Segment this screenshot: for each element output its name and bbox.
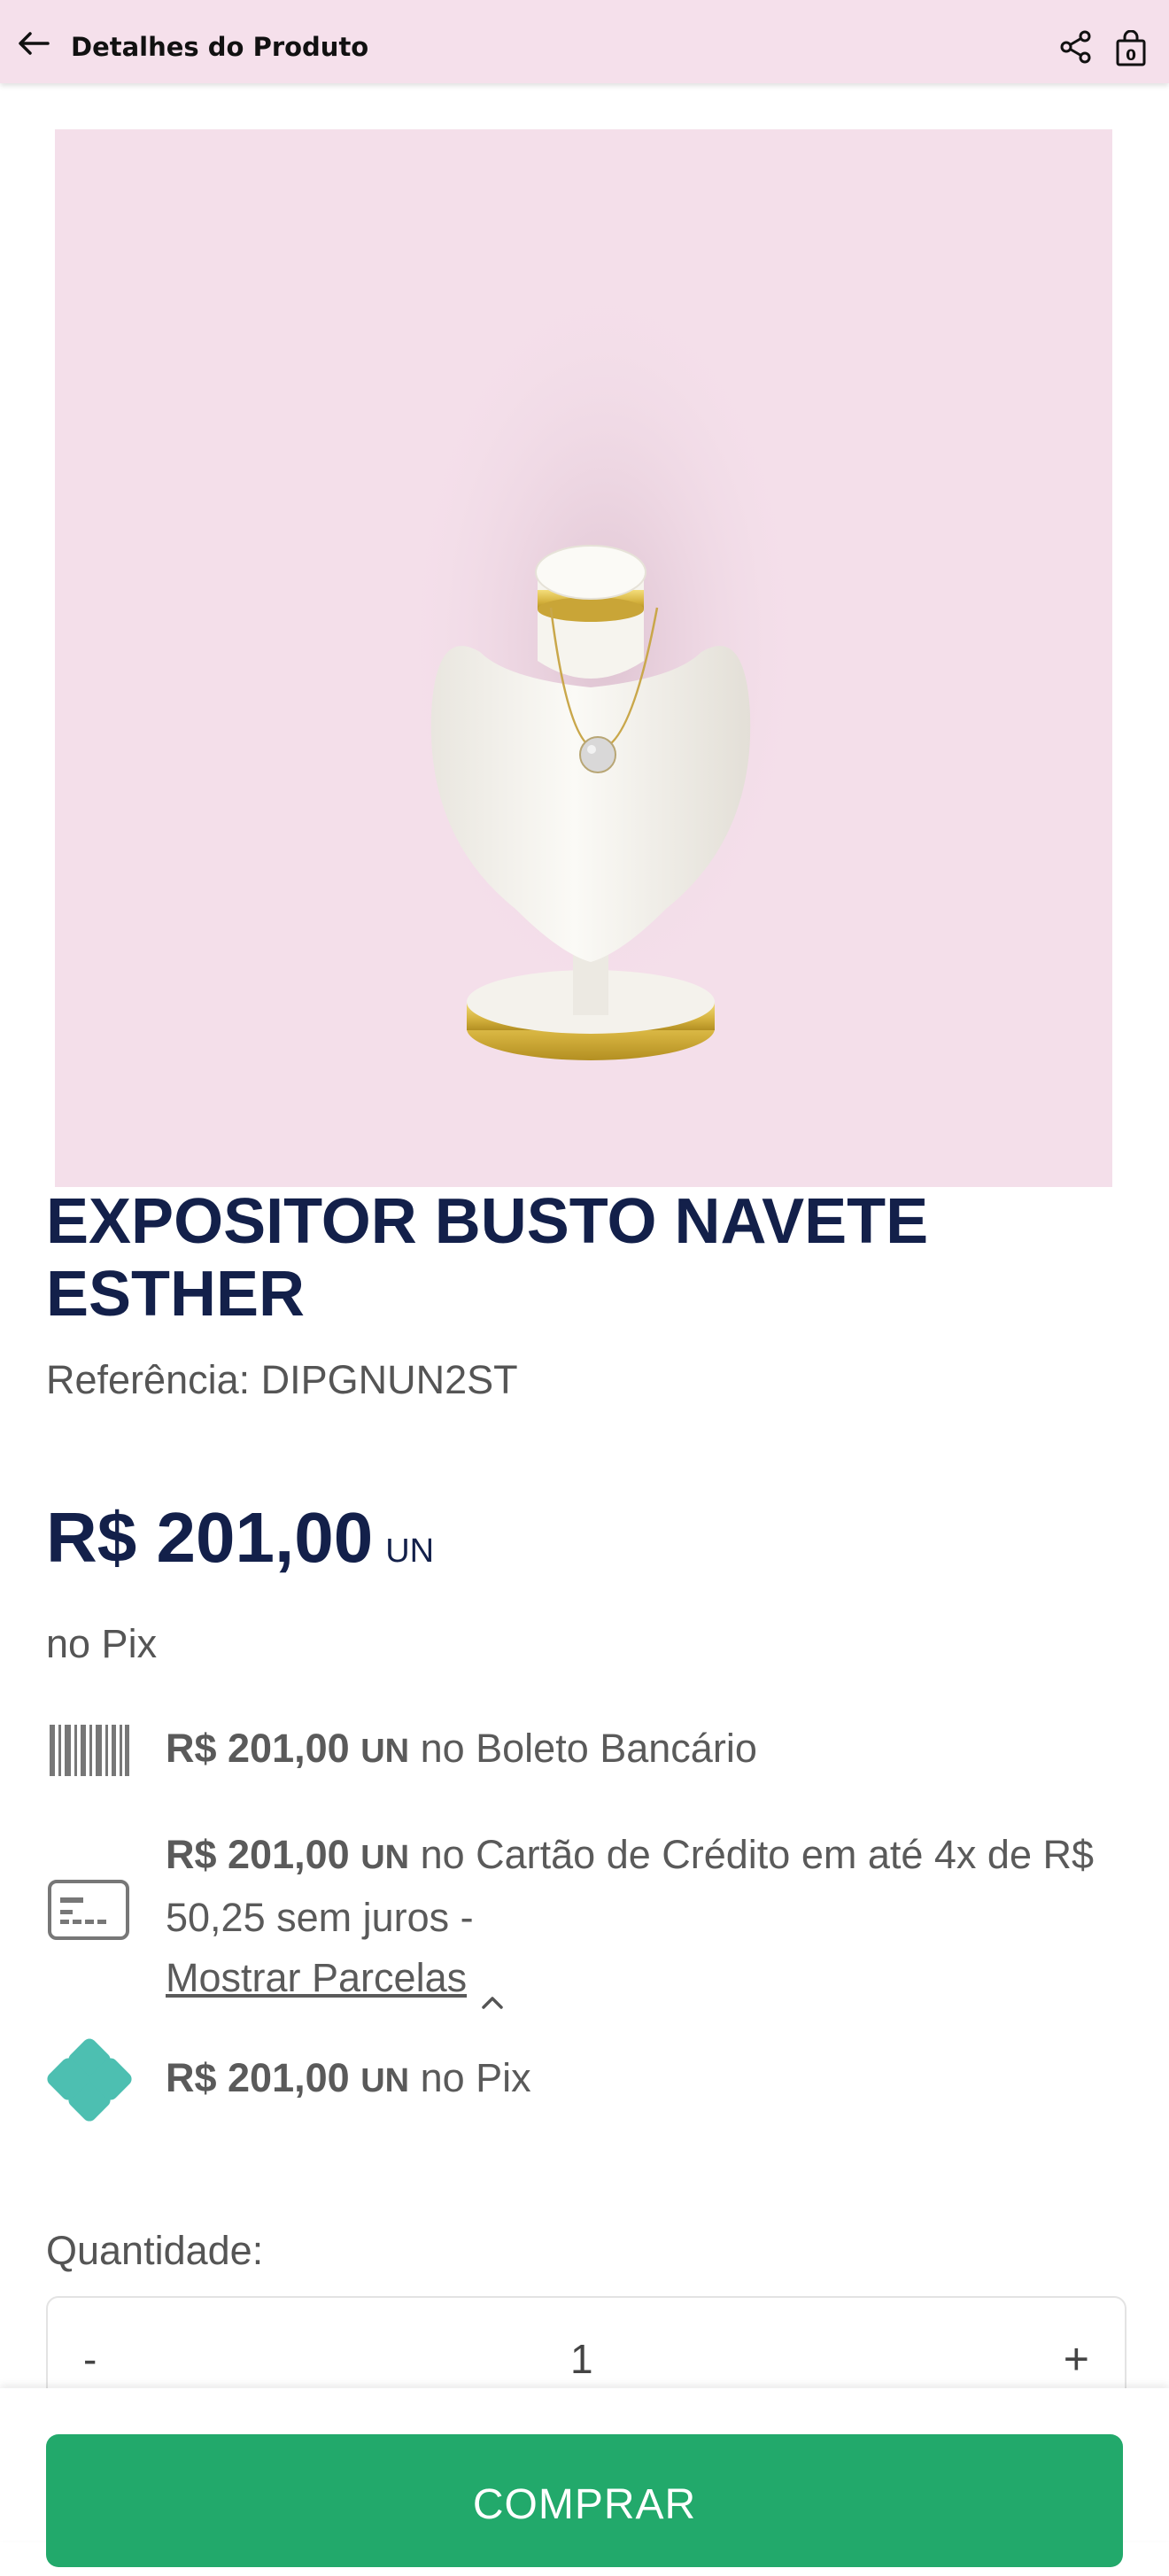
page-title: Detalhes do Produto — [71, 32, 369, 62]
price-block: R$ 201,00 UN — [46, 1497, 434, 1579]
pix-text: R$ 201,00 UN no Pix — [166, 2048, 1126, 2111]
necklace-bust-illustration — [400, 271, 808, 1060]
pix-unit: UN — [360, 2062, 410, 2099]
boleto-text: R$ 201,00 UN no Boleto Bancário — [166, 1719, 1126, 1781]
product-reference: Referência: DIPGNUN2ST — [46, 1357, 518, 1402]
boleto-label: no Boleto Bancário — [409, 1726, 757, 1771]
boleto-price: R$ 201,00 — [166, 1726, 350, 1771]
payment-pix: R$ 201,00 UN no Pix — [46, 2036, 1126, 2124]
boleto-unit: UN — [360, 1733, 410, 1770]
card-price: R$ 201,00 — [166, 1832, 350, 1877]
show-installments-link[interactable]: Mostrar Parcelas — [166, 1955, 467, 2000]
quantity-increase-button[interactable]: + — [1064, 2333, 1089, 2385]
payment-card: R$ 201,00 UN no Cartão de Crédito em até… — [46, 1825, 1126, 2011]
quantity-label: Quantidade: — [46, 2228, 264, 2273]
top-app-bar: Detalhes do Produto 0 — [0, 0, 1169, 83]
share-icon[interactable] — [1059, 30, 1093, 64]
bottom-action-bar: COMPRAR — [0, 2388, 1169, 2567]
pix-label: no Pix — [409, 2055, 531, 2100]
buy-button[interactable]: COMPRAR — [46, 2434, 1123, 2567]
back-arrow-icon[interactable] — [16, 29, 51, 58]
card-text: R$ 201,00 UN no Cartão de Crédito em até… — [166, 1825, 1126, 2009]
chevron-up-icon[interactable] — [479, 1970, 506, 2009]
card-unit: UN — [360, 1839, 410, 1876]
barcode-icon — [46, 1723, 131, 1782]
pix-price: R$ 201,00 — [166, 2055, 350, 2100]
svg-text:0: 0 — [1126, 47, 1136, 65]
credit-card-icon — [46, 1878, 131, 1946]
quantity-value[interactable]: 1 — [570, 2335, 593, 2383]
product-image[interactable] — [55, 129, 1112, 1187]
shopping-bag-icon[interactable]: 0 — [1114, 29, 1148, 67]
pix-icon — [46, 2036, 135, 2129]
payment-boleto: R$ 201,00 UN no Boleto Bancário — [46, 1719, 1126, 1781]
price-note: no Pix — [46, 1621, 158, 1666]
product-title: EXPOSITOR BUSTO NAVETE ESTHER — [46, 1186, 929, 1330]
price-unit: UN — [385, 1532, 435, 1570]
product-price: R$ 201,00 — [46, 1498, 374, 1577]
quantity-decrease-button[interactable]: - — [83, 2335, 97, 2383]
